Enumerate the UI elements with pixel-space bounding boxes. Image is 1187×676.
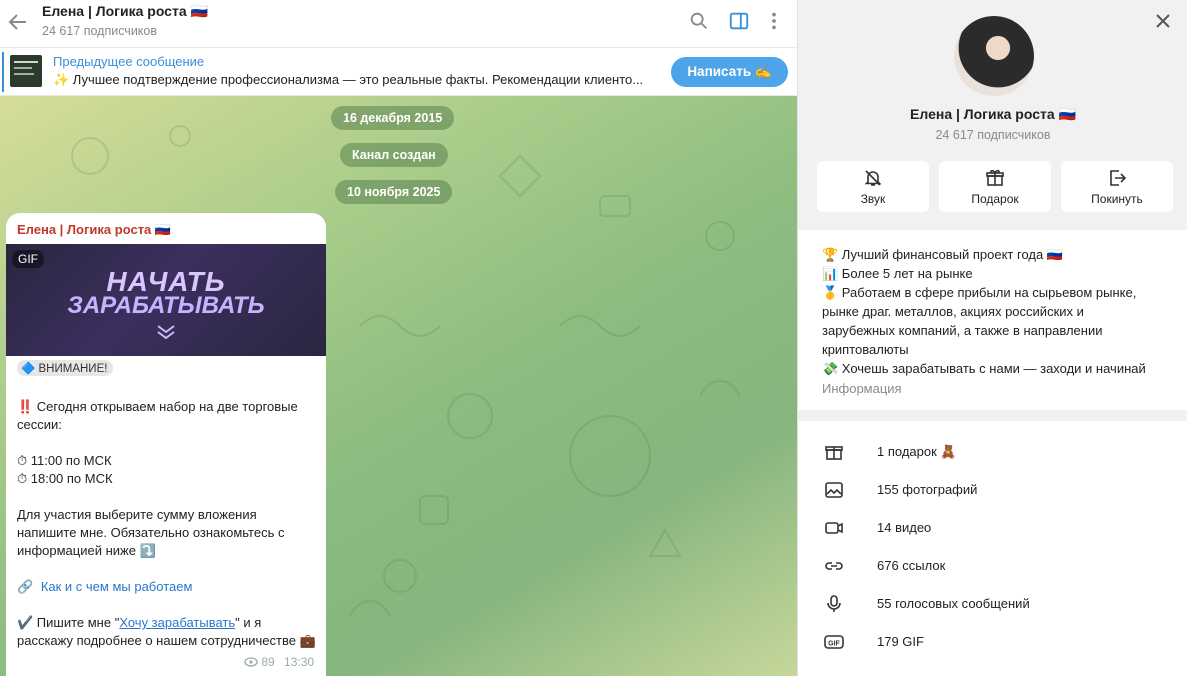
message-meta: 89 13:30 <box>244 655 314 669</box>
about-line: 🏆 Лучший финансовый проект года 🇷🇺 <box>822 247 1064 262</box>
media-row-label: 155 фотографий <box>877 482 978 497</box>
search-icon[interactable] <box>688 10 710 32</box>
media-row-photos[interactable]: 155 фотографий <box>798 471 1187 509</box>
media-row-label: 55 голосовых сообщений <box>877 596 1030 611</box>
gift-icon <box>825 446 843 460</box>
message-link[interactable]: Хочу зарабатывать <box>119 615 235 630</box>
back-arrow-icon[interactable] <box>6 10 30 34</box>
about-line: рынке драг. металлов, акциях российских … <box>822 304 1084 319</box>
link-icon: 🔗 <box>17 579 34 594</box>
pinned-text: ✨ Лучшее подтверждение профессионализма … <box>53 72 644 87</box>
media-row-label: 676 ссылок <box>877 558 946 573</box>
photo-icon <box>825 482 843 498</box>
message-time: 13:30 <box>284 655 315 669</box>
svg-text:GIF: GIF <box>828 641 840 648</box>
message-link-row: 🔗 Как и с чем мы работаем <box>17 578 317 596</box>
gif-icon: GIF <box>824 635 844 649</box>
gift-label: Подарок <box>971 192 1019 206</box>
message-paragraph: Для участия выберите сумму вложения напи… <box>17 507 285 558</box>
link-icon <box>825 562 843 570</box>
media-row-videos[interactable]: 14 видео <box>798 509 1187 547</box>
media-row-label: 1 подарок 🧸 <box>877 444 957 459</box>
date-pill: 10 ноября 2025 <box>335 180 453 204</box>
media-row-gifts[interactable]: 1 подарок 🧸 <box>798 433 1187 471</box>
leave-icon <box>1110 170 1127 186</box>
eye-icon <box>244 657 258 667</box>
message-time-2: ⏱ 18:00 по МСК <box>17 471 113 486</box>
shared-media-list: 1 подарок 🧸 155 фотографий 14 видео 676 … <box>798 421 1187 676</box>
pinned-indicator <box>2 52 4 92</box>
pinned-message-bar[interactable]: Предыдущее сообщение ✨ Лучшее подтвержде… <box>0 48 797 96</box>
panel-channel-name: Елена | Логика роста 🇷🇺 <box>910 106 1076 122</box>
about-line: зарубежных компаний, а также в направлен… <box>822 323 1103 338</box>
mute-button[interactable]: Звук <box>817 161 929 212</box>
microphone-icon <box>827 595 841 612</box>
write-button[interactable]: Написать ✍️ <box>671 57 788 87</box>
pinned-thumbnail <box>10 55 42 87</box>
gif-line-2: ЗАРАБАТЫВАТЬ <box>67 292 265 319</box>
service-pill: Канал создан <box>340 143 448 167</box>
about-line: 💸 Хочешь зарабатывать с нами — заходи и … <box>822 361 1146 376</box>
gift-button[interactable]: Подарок <box>939 161 1051 212</box>
pinned-title: Предыдущее сообщение <box>53 54 205 69</box>
media-row-label: 179 GIF <box>877 634 924 649</box>
channel-info-panel: Елена | Логика роста 🇷🇺 24 617 подписчик… <box>797 0 1187 676</box>
media-row-links[interactable]: 676 ссылок <box>798 547 1187 585</box>
media-row-gifs[interactable]: GIF 179 GIF <box>798 623 1187 661</box>
more-menu-icon[interactable] <box>763 10 785 32</box>
mute-label: Звук <box>860 192 886 206</box>
media-row-voice[interactable]: 55 голосовых сообщений <box>798 585 1187 623</box>
message-paragraph: ‼️ Сегодня открываем набор на две торгов… <box>17 399 298 432</box>
about-line: 🥇 Работаем в сфере прибыли на сырьевом р… <box>822 285 1137 300</box>
attention-tag: 🔷 ВНИМАНИЕ! <box>17 360 114 376</box>
video-icon <box>825 522 843 534</box>
sidebar-toggle-icon[interactable] <box>728 10 750 32</box>
leave-label: Покинуть <box>1091 192 1143 206</box>
date-pill: 16 декабря 2015 <box>331 106 455 130</box>
message-views: 89 <box>261 655 275 669</box>
channel-subscribers: 24 617 подписчиков <box>42 24 158 38</box>
about-line: криптовалюты <box>822 342 909 357</box>
avatar[interactable] <box>954 16 1034 96</box>
about-line: 📊 Более 5 лет на рынке <box>822 266 973 281</box>
chat-area: Елена | Логика роста 🇷🇺 24 617 подписчик… <box>0 0 797 676</box>
gift-icon <box>986 169 1004 186</box>
leave-button[interactable]: Покинуть <box>1061 161 1173 212</box>
about-section: 🏆 Лучший финансовый проект года 🇷🇺 📊 Бол… <box>798 230 1187 410</box>
media-row-label: 14 видео <box>877 520 932 535</box>
bell-off-icon <box>864 170 882 186</box>
close-icon[interactable] <box>1152 10 1174 32</box>
panel-header: Елена | Логика роста 🇷🇺 24 617 подписчик… <box>798 0 1187 228</box>
panel-subscribers: 24 617 подписчиков <box>935 128 1051 142</box>
message-text: ✔️ Пишите мне " <box>17 615 120 630</box>
message-link[interactable]: Как и с чем мы работаем <box>41 579 193 594</box>
chat-header: Елена | Логика роста 🇷🇺 24 617 подписчик… <box>0 0 797 48</box>
about-label: Информация <box>822 381 902 396</box>
message-time-1: ⏱ 11:00 по МСК <box>17 453 112 468</box>
message-paragraph: ✔️ Пишите мне "Хочу зарабатывать" и я ра… <box>17 614 317 650</box>
message-gif[interactable]: GIF НАЧАТЬ ЗАРАБАТЫВАТЬ <box>6 244 326 356</box>
channel-message[interactable]: Елена | Логика роста 🇷🇺 GIF НАЧАТЬ ЗАРАБ… <box>6 213 326 676</box>
chevron-down-icon <box>157 325 175 340</box>
channel-title[interactable]: Елена | Логика роста 🇷🇺 <box>42 3 208 20</box>
message-author[interactable]: Елена | Логика роста 🇷🇺 <box>17 222 171 238</box>
